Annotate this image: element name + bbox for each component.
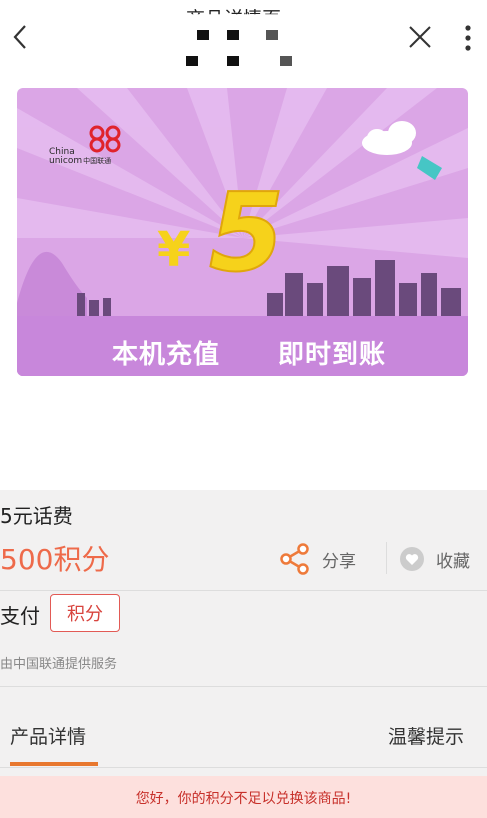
product-banner: ¥ 5 China unicom 中国联通 — [17, 88, 468, 376]
close-icon — [409, 26, 431, 48]
share-icon — [280, 543, 309, 575]
tab-tips[interactable]: 温馨提示 — [388, 722, 464, 749]
pay-method-badge: 积分 — [50, 594, 120, 632]
currency-symbol: ¥ — [157, 222, 190, 278]
favorite-label: 收藏 — [436, 551, 470, 572]
chevron-left-icon — [13, 25, 26, 49]
active-tab-indicator — [10, 762, 98, 766]
divider — [0, 767, 487, 768]
back-button[interactable] — [6, 20, 36, 54]
banner-amount: 5 — [209, 171, 284, 296]
heart-icon — [400, 547, 424, 571]
provider-text: 由中国联通提供服务 — [0, 657, 118, 672]
redaction-block — [197, 30, 209, 40]
brand-chinese: 中国联通 — [83, 157, 112, 165]
redaction-block — [266, 30, 278, 40]
tab-product-details[interactable]: 产品详情 — [10, 722, 86, 749]
page-title: 商品详情页 — [186, 8, 282, 30]
redaction-block — [280, 56, 292, 66]
notice-text: 您好，你的积分不足以兑换该商品! — [135, 791, 352, 807]
banner-slogan-right: 即时到账 — [278, 340, 387, 370]
share-button[interactable]: 分享 — [278, 542, 356, 576]
close-button[interactable] — [405, 22, 435, 52]
more-button[interactable] — [458, 22, 478, 54]
divider — [386, 542, 387, 574]
redaction-block — [186, 56, 198, 66]
brand-english: unicom — [49, 156, 83, 166]
pay-label: 支付 — [0, 604, 40, 628]
redaction-block — [227, 56, 239, 66]
banner-slogan-left: 本机充值 — [112, 340, 221, 370]
product-points: 500积分 — [0, 543, 110, 576]
brand-logo-text: China unicom 中国联通 — [49, 147, 112, 166]
favorite-button[interactable]: 收藏 — [400, 542, 470, 576]
top-bar: 商品详情页 — [0, 0, 487, 80]
divider — [0, 590, 487, 591]
divider — [0, 686, 487, 687]
redaction-block — [227, 30, 239, 40]
product-name: 5元话费 — [0, 504, 73, 528]
share-label: 分享 — [322, 551, 356, 572]
more-vertical-icon — [465, 25, 471, 51]
